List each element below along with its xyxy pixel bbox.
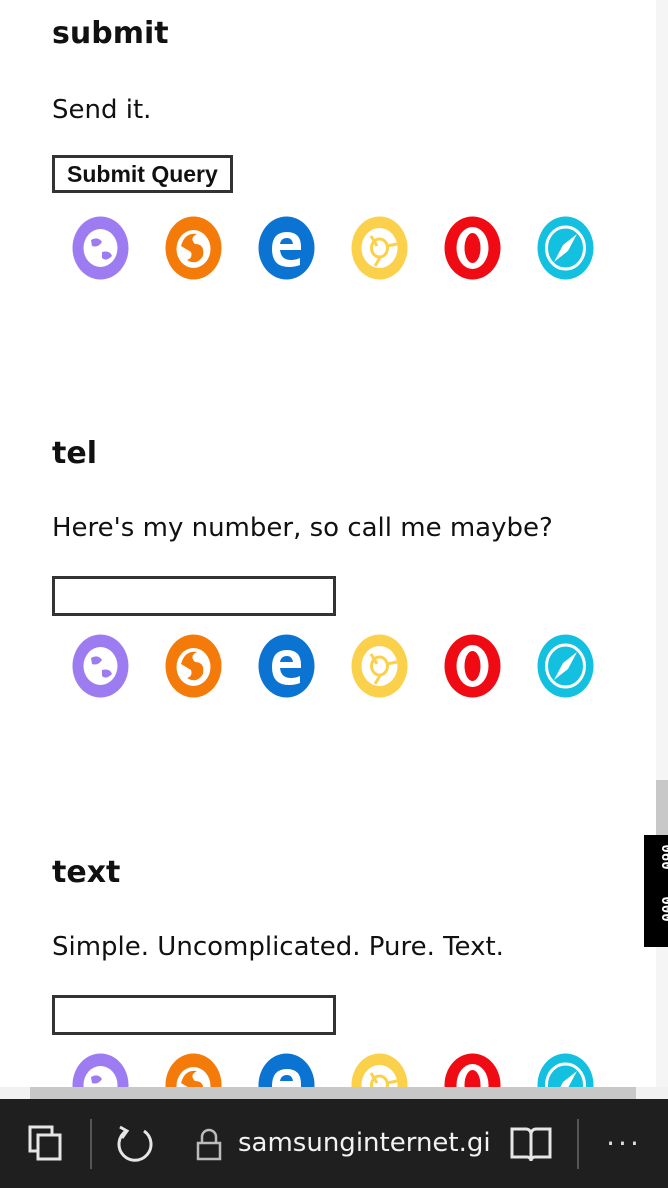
lock-icon <box>196 1127 222 1163</box>
reading-view-icon[interactable] <box>508 1123 554 1165</box>
opera-icon <box>444 634 501 698</box>
submit-query-button[interactable]: Submit Query <box>52 155 233 193</box>
section-description: Simple. Uncomplicated. Pure. Text. <box>52 932 504 962</box>
browser-support-icons <box>72 216 612 280</box>
debug-counter: 060 000 <box>644 835 668 947</box>
samsung-internet-icon <box>72 1053 129 1087</box>
opera-icon <box>444 1053 501 1087</box>
firefox-icon <box>165 634 222 698</box>
address-bar[interactable]: samsunginternet.gitl <box>238 1125 490 1163</box>
browser-support-icons <box>72 634 612 698</box>
chrome-icon <box>351 216 408 280</box>
more-options-icon[interactable]: ··· <box>602 1127 646 1161</box>
counter-top: 060 <box>658 844 668 870</box>
tabs-icon[interactable] <box>26 1123 66 1163</box>
safari-icon <box>537 1053 594 1087</box>
toolbar-divider <box>577 1119 579 1169</box>
safari-icon <box>537 634 594 698</box>
edge-icon <box>258 634 315 698</box>
edge-icon <box>258 216 315 280</box>
samsung-internet-icon <box>72 634 129 698</box>
text-input[interactable] <box>52 995 336 1035</box>
vertical-scrollbar-thumb[interactable] <box>656 780 668 840</box>
counter-bottom: 000 <box>658 896 668 922</box>
firefox-icon <box>165 1053 222 1087</box>
opera-icon <box>444 216 501 280</box>
toolbar-divider <box>90 1119 92 1169</box>
browser-support-icons <box>72 1053 612 1087</box>
refresh-icon[interactable] <box>112 1121 158 1167</box>
edge-icon <box>258 1053 315 1087</box>
section-description: Send it. <box>52 95 152 125</box>
section-title: tel <box>52 436 97 471</box>
safari-icon <box>537 216 594 280</box>
page-content: submit Send it. Submit Query tel Here's … <box>0 0 656 1087</box>
firefox-icon <box>165 216 222 280</box>
chrome-icon <box>351 634 408 698</box>
horizontal-scrollbar-thumb[interactable] <box>30 1087 636 1099</box>
browser-bottom-bar: samsunginternet.gitl ··· <box>0 1099 668 1188</box>
section-title: submit <box>52 16 169 51</box>
section-title: text <box>52 855 121 890</box>
section-description: Here's my number, so call me maybe? <box>52 513 553 543</box>
tel-input[interactable] <box>52 576 336 616</box>
samsung-internet-icon <box>72 216 129 280</box>
chrome-icon <box>351 1053 408 1087</box>
